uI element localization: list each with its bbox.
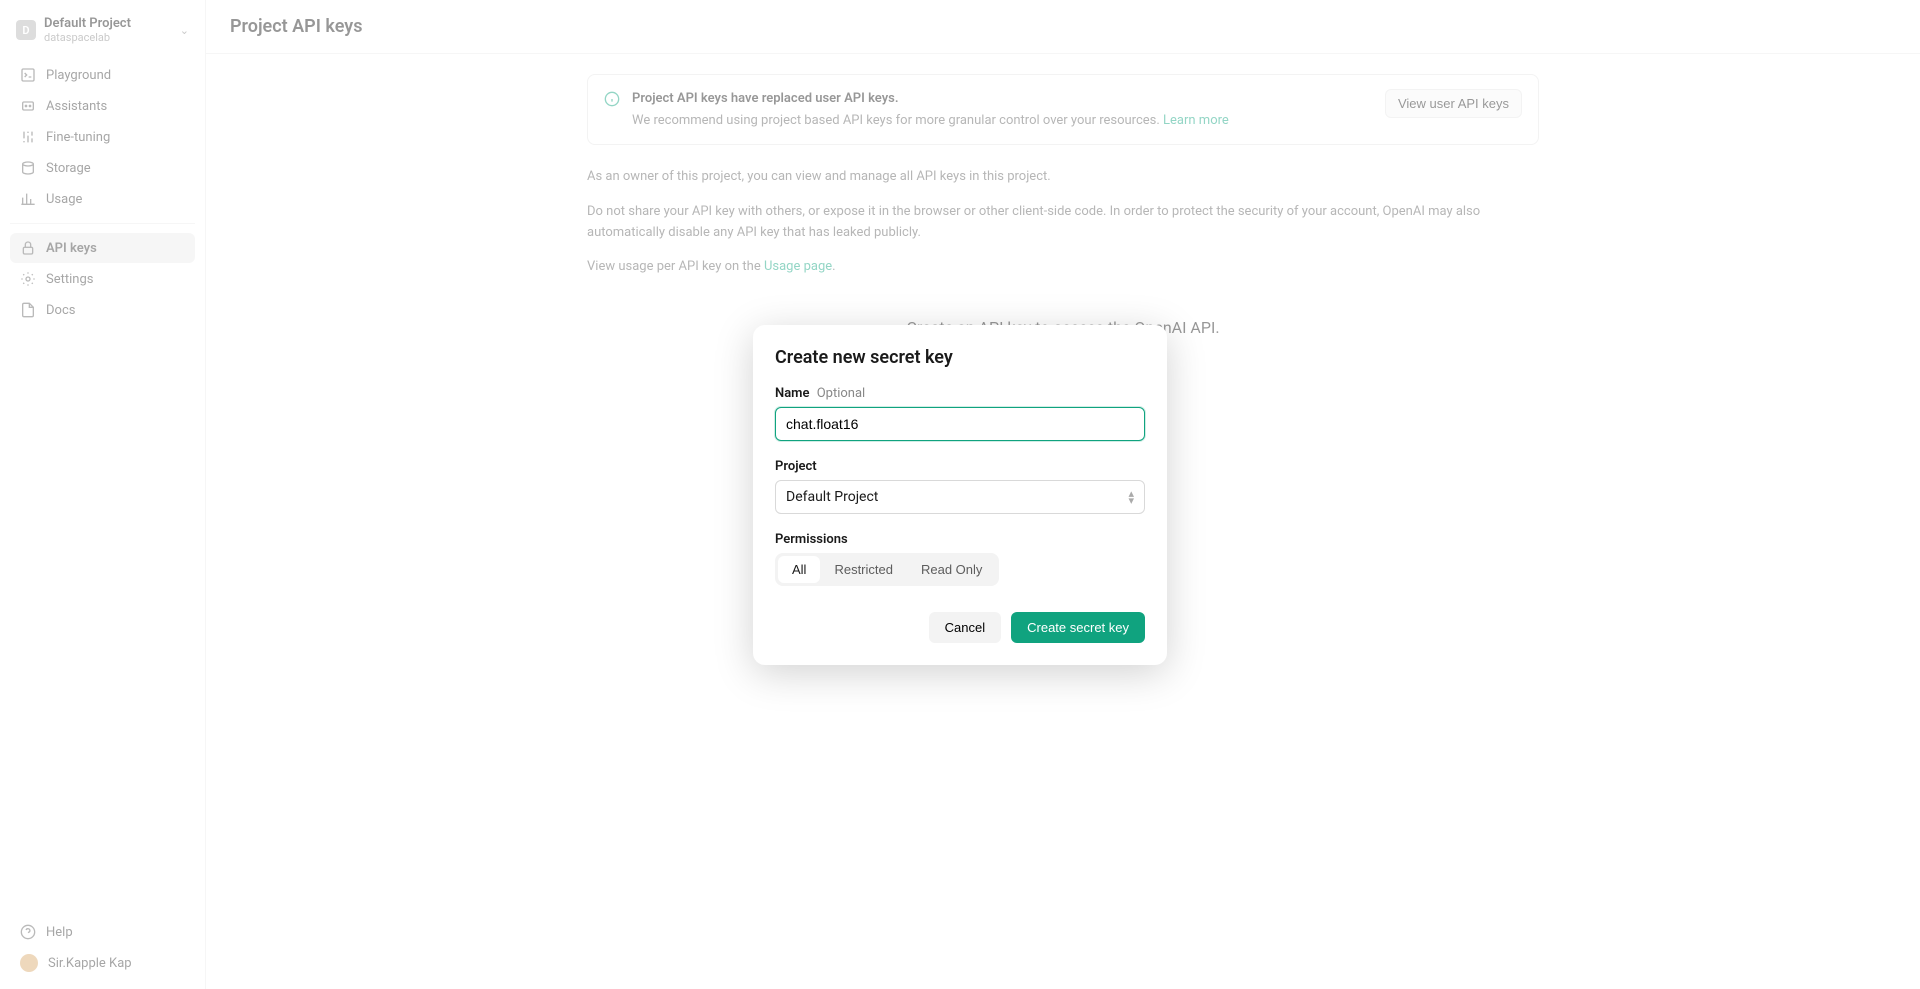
create-secret-key-button[interactable]: Create secret key — [1011, 612, 1145, 643]
project-select[interactable]: Default Project ▴▾ — [775, 480, 1145, 514]
project-label: Project — [775, 459, 1145, 474]
modal-title: Create new secret key — [775, 347, 1145, 368]
permissions-label: Permissions — [775, 532, 1145, 547]
project-select-value: Default Project — [786, 489, 878, 505]
name-label: Name Optional — [775, 386, 1145, 401]
select-arrows-icon: ▴▾ — [1128, 490, 1134, 504]
permission-readonly[interactable]: Read Only — [907, 556, 996, 583]
permission-restricted[interactable]: Restricted — [820, 556, 907, 583]
cancel-button[interactable]: Cancel — [929, 612, 1001, 643]
name-input[interactable] — [775, 407, 1145, 441]
permission-all[interactable]: All — [778, 556, 820, 583]
permissions-segmented: All Restricted Read Only — [775, 553, 999, 586]
modal-overlay[interactable]: Create new secret key Name Optional Proj… — [0, 0, 1920, 989]
create-key-modal: Create new secret key Name Optional Proj… — [753, 325, 1167, 665]
